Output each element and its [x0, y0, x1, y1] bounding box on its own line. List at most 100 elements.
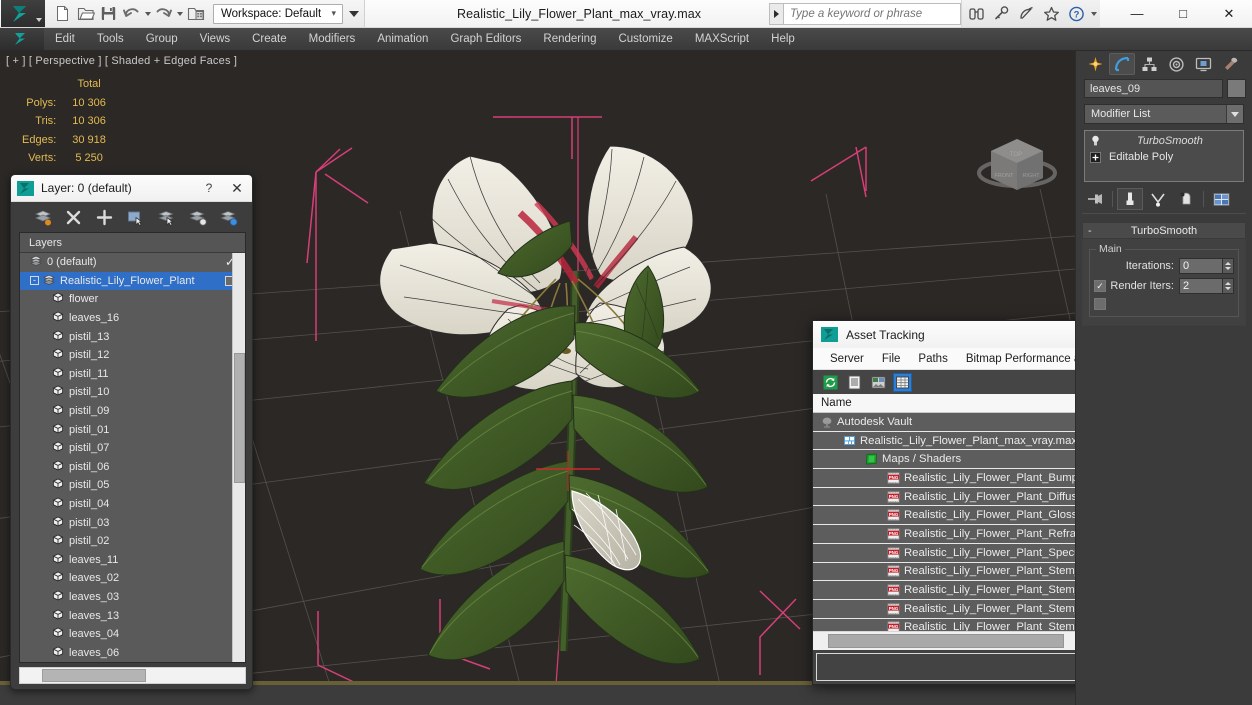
layer-row[interactable]: leaves_11	[20, 551, 245, 570]
app-logo-button[interactable]	[1, 0, 45, 27]
layer-list-column-header[interactable]: Layers	[20, 233, 245, 253]
undo-button[interactable]	[120, 2, 143, 25]
workspace-selector[interactable]: Workspace: Default ▾	[213, 3, 343, 24]
menu-item-create[interactable]: Create	[241, 28, 298, 51]
menu-item-graph-editors[interactable]: Graph Editors	[439, 28, 532, 51]
search-expand-caret-icon[interactable]	[769, 2, 783, 25]
layer-row[interactable]: 0 (default) ✓	[20, 253, 245, 272]
layer-row[interactable]: leaves_13	[20, 606, 245, 625]
layer-row[interactable]: pistil_02	[20, 532, 245, 551]
redo-button[interactable]	[152, 2, 175, 25]
object-color-swatch[interactable]	[1227, 79, 1246, 98]
layer-expander-icon[interactable]: -	[30, 276, 39, 286]
make-unique-icon[interactable]	[1145, 188, 1171, 210]
at-menu-server[interactable]: Server	[821, 348, 873, 370]
utilities-tab[interactable]	[1217, 53, 1243, 75]
search-input[interactable]	[790, 7, 960, 20]
modifier-list-caret-icon[interactable]	[1226, 105, 1243, 123]
configure-modifier-sets-icon[interactable]	[1208, 188, 1234, 210]
viewport-label[interactable]: [ + ] [ Perspective ] [ Shaded + Edged F…	[6, 55, 237, 67]
hierarchy-tab[interactable]	[1136, 53, 1162, 75]
layer-dialog-help-button[interactable]: ?	[196, 181, 222, 195]
delete-layer-icon[interactable]	[64, 208, 83, 227]
layer-row[interactable]: pistil_06	[20, 458, 245, 477]
thumbnail-view-icon[interactable]	[869, 373, 888, 392]
layer-row[interactable]: pistil_12	[20, 346, 245, 365]
layer-row[interactable]: pistil_01	[20, 420, 245, 439]
close-button[interactable]: ✕	[1206, 0, 1252, 28]
maximize-button[interactable]: □	[1160, 0, 1206, 28]
iterations-spinner-arrows[interactable]	[1223, 258, 1234, 274]
at-menu-paths[interactable]: Paths	[909, 348, 956, 370]
select-objects-in-layer-icon[interactable]	[126, 208, 145, 227]
select-highlighted-objects-icon[interactable]	[157, 208, 176, 227]
search-box[interactable]	[783, 2, 961, 25]
help-dropdown-caret-icon[interactable]	[1089, 2, 1098, 25]
key-icon[interactable]	[989, 1, 1014, 26]
expand-plus-icon[interactable]	[1089, 151, 1102, 164]
layer-row[interactable]: leaves_04	[20, 625, 245, 644]
layer-list-vertical-scrollbar[interactable]	[232, 253, 245, 662]
menu-item-rendering[interactable]: Rendering	[532, 28, 607, 51]
create-tab[interactable]	[1082, 53, 1108, 75]
layer-list-scroll-thumb[interactable]	[234, 353, 245, 483]
show-end-result-icon[interactable]	[1117, 188, 1143, 210]
object-name-field[interactable]: leaves_09	[1084, 79, 1223, 98]
project-folder-button[interactable]	[184, 2, 207, 25]
iterations-spinner-value[interactable]: 0	[1179, 258, 1223, 274]
layer-row[interactable]: leaves_06	[20, 643, 245, 662]
layer-row[interactable]: leaves_02	[20, 569, 245, 588]
menu-item-modifiers[interactable]: Modifiers	[298, 28, 367, 51]
layer-list-horizontal-scrollbar[interactable]	[19, 667, 246, 684]
isoline-display-checkbox[interactable]	[1094, 298, 1106, 310]
satellite-dish-icon[interactable]	[1014, 1, 1039, 26]
layer-row[interactable]: pistil_03	[20, 513, 245, 532]
layer-row[interactable]: pistil_09	[20, 402, 245, 421]
menu-item-animation[interactable]: Animation	[366, 28, 439, 51]
refresh-icon[interactable]	[821, 373, 840, 392]
layer-dialog-title-bar[interactable]: Layer: 0 (default) ? ✕	[11, 175, 252, 202]
lightbulb-icon[interactable]	[1089, 135, 1102, 148]
layer-row[interactable]: pistil_13	[20, 327, 245, 346]
asset-tracking-hscroll-thumb[interactable]	[828, 634, 1064, 648]
open-file-button[interactable]	[74, 2, 97, 25]
motion-tab[interactable]	[1163, 53, 1189, 75]
layer-row[interactable]: - Realistic_Lily_Flower_Plant	[20, 271, 245, 291]
pin-stack-icon[interactable]	[1082, 188, 1108, 210]
layer-row[interactable]: pistil_10	[20, 383, 245, 402]
hide-unhide-layer-icon[interactable]	[219, 208, 238, 227]
display-tab[interactable]	[1190, 53, 1216, 75]
menu-item-tools[interactable]: Tools	[86, 28, 135, 51]
layer-dialog-close-button[interactable]: ✕	[222, 180, 252, 197]
new-file-button[interactable]	[51, 2, 74, 25]
layer-row[interactable]: pistil_07	[20, 439, 245, 458]
help-icon[interactable]: ?	[1064, 1, 1089, 26]
redo-dropdown-caret-icon[interactable]	[175, 2, 184, 25]
remove-modifier-icon[interactable]	[1173, 188, 1199, 210]
render-iters-spinner-value[interactable]: 2	[1179, 278, 1223, 294]
modifier-stack[interactable]: TurboSmooth Editable Poly	[1084, 130, 1244, 182]
minimize-button[interactable]: —	[1114, 0, 1160, 28]
menu-item-help[interactable]: Help	[760, 28, 806, 51]
star-favorite-icon[interactable]	[1039, 1, 1064, 26]
menu-item-customize[interactable]: Customize	[607, 28, 683, 51]
render-iters-spinner-arrows[interactable]	[1223, 278, 1234, 294]
layer-row[interactable]: leaves_16	[20, 309, 245, 328]
undo-dropdown-caret-icon[interactable]	[143, 2, 152, 25]
menu-item-views[interactable]: Views	[189, 28, 241, 51]
layer-row[interactable]: pistil_11	[20, 365, 245, 384]
layer-list[interactable]: 0 (default) ✓ - Realistic_Lily_Flower_Plant…	[20, 253, 245, 662]
modifier-stack-item-editable-poly[interactable]: Editable Poly	[1085, 149, 1243, 165]
modifier-list-dropdown[interactable]: Modifier List	[1084, 104, 1244, 124]
at-menu-file[interactable]: File	[873, 348, 910, 370]
modify-tab[interactable]	[1109, 53, 1135, 75]
menu-item-maxscript[interactable]: MAXScript	[684, 28, 760, 51]
layer-list-hscroll-thumb[interactable]	[42, 669, 146, 682]
grid-view-icon[interactable]	[893, 372, 912, 392]
highlight-selected-objects-layer-icon[interactable]	[188, 208, 207, 227]
workspace-dropdown-button[interactable]	[345, 4, 362, 24]
binoculars-icon[interactable]	[964, 1, 989, 26]
layer-row[interactable]: flower	[20, 290, 245, 309]
save-file-button[interactable]	[97, 2, 120, 25]
layer-row[interactable]: leaves_03	[20, 588, 245, 607]
